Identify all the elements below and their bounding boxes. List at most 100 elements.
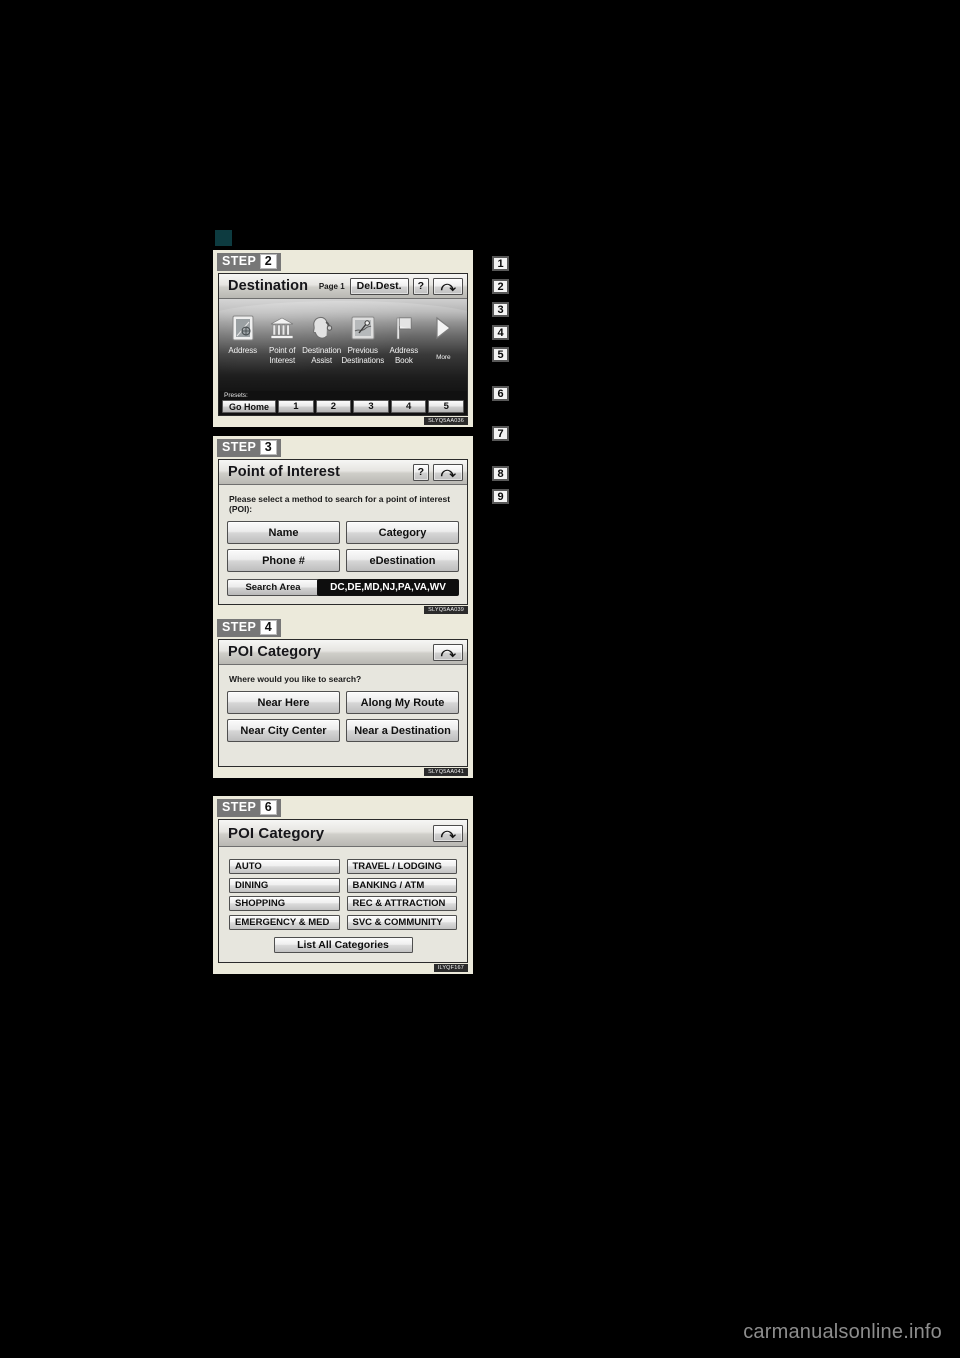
image-code-caption: SLYQ5AA039 <box>213 605 473 616</box>
callout-1: 1 <box>492 256 509 271</box>
poi-category-list-body: AUTO TRAVEL / LODGING DINING BANKING / A… <box>219 847 467 962</box>
preset-3-button[interactable]: 3 <box>353 400 389 414</box>
category-dining-button[interactable]: DINING <box>229 877 340 893</box>
destination-assist-icon <box>302 313 341 343</box>
screen-title: Point of Interest <box>228 464 341 481</box>
nav-screen-poi-category-list: POI Category ⤺ AUTO TRAVEL / LODGING DIN… <box>218 819 468 963</box>
screen-title: POI Category <box>228 644 322 661</box>
image-code-caption: SLYQ5AA036 <box>213 416 473 427</box>
previous-destinations-icon <box>341 313 384 343</box>
search-area-value: DC,DE,MD,NJ,PA,VA,WV <box>317 579 459 597</box>
poi-where-body: Where would you like to search? Near Her… <box>219 665 467 767</box>
nav-screen-destination: Destination Page 1 Del.Dest. ? ⤺ Address… <box>218 273 468 417</box>
poi-method-body: Please select a method to search for a p… <box>219 485 467 605</box>
category-svc-community-button[interactable]: SVC & COMMUNITY <box>346 914 457 930</box>
step-number: 2 <box>260 254 277 270</box>
step-number: 4 <box>260 620 277 636</box>
back-button[interactable]: ⤺ <box>433 824 463 842</box>
step-word: STEP <box>222 800 257 814</box>
poi-prompt: Please select a method to search for a p… <box>229 494 451 515</box>
step-word: STEP <box>222 254 257 268</box>
list-all-categories-button[interactable]: List All Categories <box>273 936 413 953</box>
poi-phone-button[interactable]: Phone # <box>227 549 340 573</box>
step-word: STEP <box>222 620 257 634</box>
menu-label-address: Address <box>228 346 258 356</box>
preset-4-button[interactable]: 4 <box>390 400 427 414</box>
titlebar: Point of Interest ? ⤺ <box>219 460 467 486</box>
image-code-caption: SLYQ5AA041 <box>213 767 473 778</box>
presets-row: Go Home 1 2 3 4 5 <box>222 400 465 414</box>
preset-1-button[interactable]: 1 <box>278 400 314 414</box>
destination-menu-body: Address Point of Interest Destination As… <box>219 299 467 392</box>
nav-screen-poi-category-where: POI Category ⤺ Where would you like to s… <box>218 639 468 768</box>
menu-item-address-book[interactable]: Address Book <box>384 313 423 365</box>
menu-label-more: More <box>436 354 451 362</box>
category-travel-lodging-button[interactable]: TRAVEL / LODGING <box>346 859 457 875</box>
category-rec-attraction-button[interactable]: REC & ATTRACTION <box>346 896 457 912</box>
more-icon <box>424 313 463 343</box>
back-button[interactable]: ⤺ <box>433 277 463 295</box>
menu-item-address[interactable]: Address <box>223 313 262 356</box>
step-tag-6: STEP 6 <box>217 799 281 818</box>
titlebar: POI Category ⤺ <box>219 820 467 848</box>
along-my-route-button[interactable]: Along My Route <box>346 691 459 715</box>
image-code: SLYQ5AA039 <box>424 606 468 615</box>
screen-title: Destination <box>228 278 309 295</box>
poi-method-grid: Name Category Phone # eDestination <box>227 521 459 573</box>
menu-label-address-book: Address Book <box>389 346 419 365</box>
menu-label-destination-assist: Destination Assist <box>302 346 342 365</box>
destination-icon-row: Address Point of Interest Destination As… <box>219 313 467 365</box>
category-emergency-med-button[interactable]: EMERGENCY & MED <box>229 914 340 930</box>
poi-name-button[interactable]: Name <box>227 521 340 545</box>
address-book-icon <box>384 313 423 343</box>
back-arrow-icon: ⤺ <box>440 464 456 481</box>
presets-strip: Presets: Go Home 1 2 3 4 5 <box>219 391 467 416</box>
search-area-button[interactable]: Search Area <box>227 579 319 597</box>
step-tag-2: STEP 2 <box>217 253 281 272</box>
menu-item-more[interactable]: More <box>424 313 463 363</box>
back-button[interactable]: ⤺ <box>433 463 463 481</box>
step-word: STEP <box>222 440 257 454</box>
nav-screen-point-of-interest: Point of Interest ? ⤺ Please select a me… <box>218 459 468 606</box>
menu-item-previous-destinations[interactable]: Previous Destinations <box>341 313 384 365</box>
del-dest-button[interactable]: Del.Dest. <box>349 277 409 295</box>
preset-go-home-button[interactable]: Go Home <box>222 400 277 414</box>
image-code: SLYQ5AA036 <box>424 417 468 426</box>
callout-6: 6 <box>492 386 509 401</box>
titlebar: POI Category ⤺ <box>219 640 467 666</box>
search-area-row: Search Area DC,DE,MD,NJ,PA,VA,WV <box>227 579 459 597</box>
callout-2: 2 <box>492 279 509 294</box>
help-button[interactable]: ? <box>412 463 429 481</box>
category-auto-button[interactable]: AUTO <box>229 859 340 875</box>
step-number: 3 <box>260 440 277 456</box>
near-a-destination-button[interactable]: Near a Destination <box>346 719 459 743</box>
manual-page: STEP 2 Destination Page 1 Del.Dest. ? ⤺ <box>0 0 960 1358</box>
menu-item-destination-assist[interactable]: Destination Assist <box>302 313 341 365</box>
menu-item-point-of-interest[interactable]: Point of Interest <box>262 313 301 365</box>
image-code: ILYQF167 <box>433 963 468 972</box>
figure-step-3: STEP 3 Point of Interest ? ⤺ Please sele… <box>213 436 473 617</box>
near-here-button[interactable]: Near Here <box>227 691 340 715</box>
screen-title: POI Category <box>228 824 325 842</box>
category-banking-atm-button[interactable]: BANKING / ATM <box>346 877 457 893</box>
titlebar: Destination Page 1 Del.Dest. ? ⤺ <box>219 274 467 300</box>
back-arrow-icon: ⤺ <box>440 644 456 661</box>
callout-5: 5 <box>492 347 509 362</box>
point-of-interest-icon <box>262 313 301 343</box>
near-city-center-button[interactable]: Near City Center <box>227 719 340 743</box>
preset-5-button[interactable]: 5 <box>428 400 465 414</box>
preset-2-button[interactable]: 2 <box>315 400 352 414</box>
image-code-caption: ILYQF167 <box>213 963 473 974</box>
address-icon <box>223 313 262 343</box>
callout-7: 7 <box>492 426 509 441</box>
poi-category-button[interactable]: Category <box>346 521 459 545</box>
category-shopping-button[interactable]: SHOPPING <box>229 896 340 912</box>
back-button[interactable]: ⤺ <box>433 643 463 661</box>
image-code: SLYQ5AA041 <box>424 768 468 777</box>
callout-9: 9 <box>492 489 509 504</box>
poi-edestination-button[interactable]: eDestination <box>346 549 459 573</box>
back-arrow-icon: ⤺ <box>440 825 456 842</box>
presets-label: Presets: <box>224 392 248 400</box>
step-tag-3: STEP 3 <box>217 439 281 458</box>
help-button[interactable]: ? <box>412 277 429 295</box>
